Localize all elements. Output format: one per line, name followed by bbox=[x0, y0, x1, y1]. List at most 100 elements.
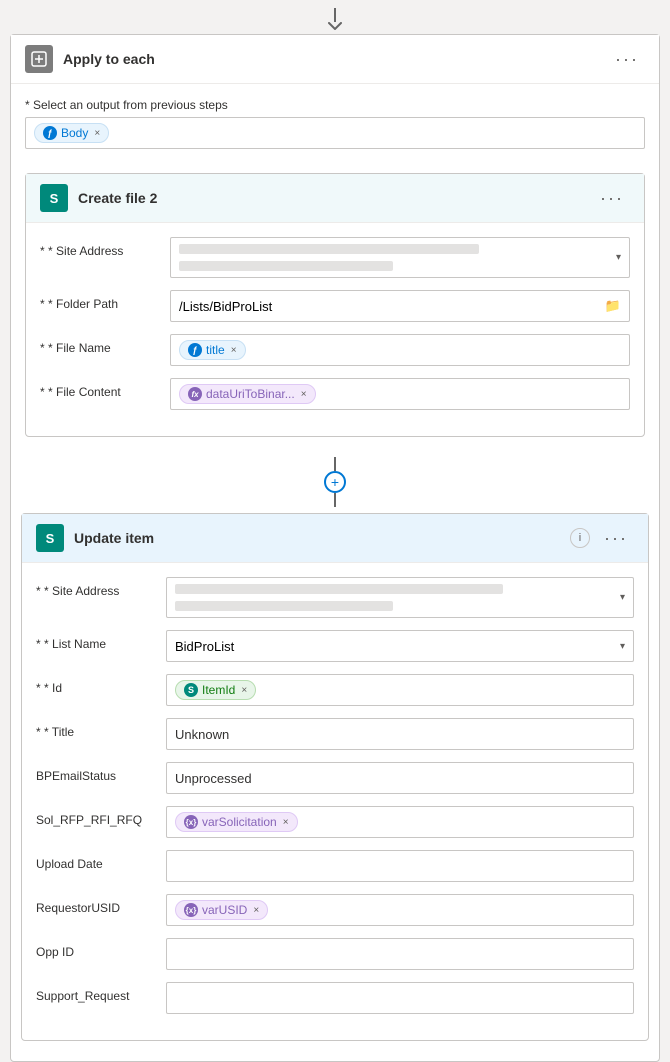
create-file-more-button[interactable]: ··· bbox=[594, 186, 630, 211]
support-request-label: Support_Request bbox=[36, 982, 166, 1003]
data-uri-token-close[interactable]: × bbox=[301, 389, 307, 400]
apply-each-title: Apply to each bbox=[63, 51, 609, 67]
requestor-input[interactable]: {x} varUSID × bbox=[166, 894, 634, 926]
var-solicitation-token-label: varSolicitation bbox=[202, 815, 277, 829]
connector-line-bottom bbox=[334, 493, 336, 507]
apply-each-more-button[interactable]: ··· bbox=[609, 47, 645, 72]
title-token-icon: ƒ bbox=[188, 343, 202, 357]
add-action-button[interactable]: + bbox=[324, 471, 346, 493]
opp-id-control bbox=[166, 938, 634, 970]
site-address-row: * Site Address ▾ bbox=[40, 237, 630, 278]
title-token-close[interactable]: × bbox=[231, 345, 237, 356]
update-site-address-control: ▾ bbox=[166, 577, 634, 618]
title-input[interactable]: Unknown bbox=[166, 718, 634, 750]
update-site-dropdown-arrow: ▾ bbox=[620, 592, 625, 603]
connector-line-top bbox=[334, 457, 336, 471]
file-content-control: fx dataUriToBinar... × bbox=[170, 378, 630, 410]
var-usid-token-label: varUSID bbox=[202, 903, 247, 917]
id-label: * Id bbox=[36, 674, 166, 695]
info-icon: i bbox=[579, 532, 581, 544]
update-item-body: * Site Address ▾ * List Name bbox=[22, 563, 648, 1040]
folder-path-input[interactable]: /Lists/BidProList 📁 bbox=[170, 290, 630, 322]
body-token-label: Body bbox=[61, 126, 88, 140]
var-solicitation-token: {x} varSolicitation × bbox=[175, 812, 298, 832]
data-uri-token-label: dataUriToBinar... bbox=[206, 387, 295, 401]
list-name-row: * List Name BidProList ▾ bbox=[36, 630, 634, 662]
apply-each-header: Apply to each ··· bbox=[11, 35, 659, 84]
id-input[interactable]: S ItemId × bbox=[166, 674, 634, 706]
id-row: * Id S ItemId × bbox=[36, 674, 634, 706]
update-site-address-row: * Site Address ▾ bbox=[36, 577, 634, 618]
bp-email-status-input[interactable]: Unprocessed bbox=[166, 762, 634, 794]
file-content-label: * File Content bbox=[40, 378, 170, 399]
sol-control: {x} varSolicitation × bbox=[166, 806, 634, 838]
bp-email-status-label: BPEmailStatus bbox=[36, 762, 166, 783]
bp-email-status-control: Unprocessed bbox=[166, 762, 634, 794]
upload-date-control bbox=[166, 850, 634, 882]
var-solicitation-token-icon: {x} bbox=[184, 815, 198, 829]
body-token: ƒ Body × bbox=[34, 123, 109, 143]
data-uri-token-icon: fx bbox=[188, 387, 202, 401]
update-item-title: Update item bbox=[74, 530, 570, 546]
site-address-dropdown[interactable]: ▾ bbox=[170, 237, 630, 278]
support-request-input[interactable] bbox=[166, 982, 634, 1014]
update-item-actions: i ··· bbox=[570, 526, 634, 551]
body-token-close[interactable]: × bbox=[94, 128, 100, 139]
list-name-control: BidProList ▾ bbox=[166, 630, 634, 662]
file-content-row: * File Content fx dataUriToBinar... × bbox=[40, 378, 630, 410]
update-item-card: S Update item i ··· * Site Address bbox=[21, 513, 649, 1041]
list-name-dropdown[interactable]: BidProList ▾ bbox=[166, 630, 634, 662]
var-solicitation-token-close[interactable]: × bbox=[283, 817, 289, 828]
requestor-control: {x} varUSID × bbox=[166, 894, 634, 926]
folder-path-control: /Lists/BidProList 📁 bbox=[170, 290, 630, 322]
create-file-header: S Create file 2 ··· bbox=[26, 174, 644, 223]
folder-path-label: * Folder Path bbox=[40, 290, 170, 311]
create-file-icon: S bbox=[40, 184, 68, 212]
title-token-label: title bbox=[206, 343, 225, 357]
select-output-input[interactable]: ƒ Body × bbox=[25, 117, 645, 149]
title-control: Unknown bbox=[166, 718, 634, 750]
file-content-input[interactable]: fx dataUriToBinar... × bbox=[170, 378, 630, 410]
site-address-blurred bbox=[179, 242, 616, 273]
file-name-row: * File Name ƒ title × bbox=[40, 334, 630, 366]
add-action-connector: + bbox=[11, 451, 659, 513]
create-file-title: Create file 2 bbox=[78, 190, 594, 206]
bp-email-status-value: Unprocessed bbox=[175, 771, 252, 786]
update-item-more-button[interactable]: ··· bbox=[598, 526, 634, 551]
var-usid-token-close[interactable]: × bbox=[253, 905, 259, 916]
update-item-icon: S bbox=[36, 524, 64, 552]
upload-date-input[interactable] bbox=[166, 850, 634, 882]
site-address-dropdown-arrow: ▾ bbox=[616, 252, 621, 263]
id-control: S ItemId × bbox=[166, 674, 634, 706]
list-name-dropdown-arrow: ▾ bbox=[620, 641, 625, 652]
update-item-header: S Update item i ··· bbox=[22, 514, 648, 563]
file-name-input[interactable]: ƒ title × bbox=[170, 334, 630, 366]
list-name-value: BidProList bbox=[175, 639, 234, 654]
support-request-control bbox=[166, 982, 634, 1014]
update-site-address-label: * Site Address bbox=[36, 577, 166, 598]
title-input-value: Unknown bbox=[175, 727, 229, 742]
title-label: * Title bbox=[36, 718, 166, 739]
create-file-card: S Create file 2 ··· * Site Address ▾ bbox=[25, 173, 645, 437]
file-name-label: * File Name bbox=[40, 334, 170, 355]
apply-each-body: * Select an output from previous steps ƒ… bbox=[11, 84, 659, 163]
sol-row: Sol_RFP_RFI_RFQ {x} varSolicitation × bbox=[36, 806, 634, 838]
folder-path-value: /Lists/BidProList bbox=[179, 299, 272, 314]
update-item-info-button[interactable]: i bbox=[570, 528, 590, 548]
opp-id-label: Opp ID bbox=[36, 938, 166, 959]
file-name-control: ƒ title × bbox=[170, 334, 630, 366]
title-row: * Title Unknown bbox=[36, 718, 634, 750]
body-token-icon: ƒ bbox=[43, 126, 57, 140]
sol-input[interactable]: {x} varSolicitation × bbox=[166, 806, 634, 838]
bp-email-status-row: BPEmailStatus Unprocessed bbox=[36, 762, 634, 794]
var-usid-token-icon: {x} bbox=[184, 903, 198, 917]
item-id-token-close[interactable]: × bbox=[241, 685, 247, 696]
folder-path-row: * Folder Path /Lists/BidProList 📁 bbox=[40, 290, 630, 322]
opp-id-input[interactable] bbox=[166, 938, 634, 970]
loop-icon bbox=[31, 51, 47, 67]
item-id-token-label: ItemId bbox=[202, 683, 235, 697]
update-site-address-dropdown[interactable]: ▾ bbox=[166, 577, 634, 618]
var-usid-token: {x} varUSID × bbox=[175, 900, 268, 920]
create-file-body: * Site Address ▾ * Folder Path bbox=[26, 223, 644, 436]
update-site-address-blurred bbox=[175, 582, 620, 613]
